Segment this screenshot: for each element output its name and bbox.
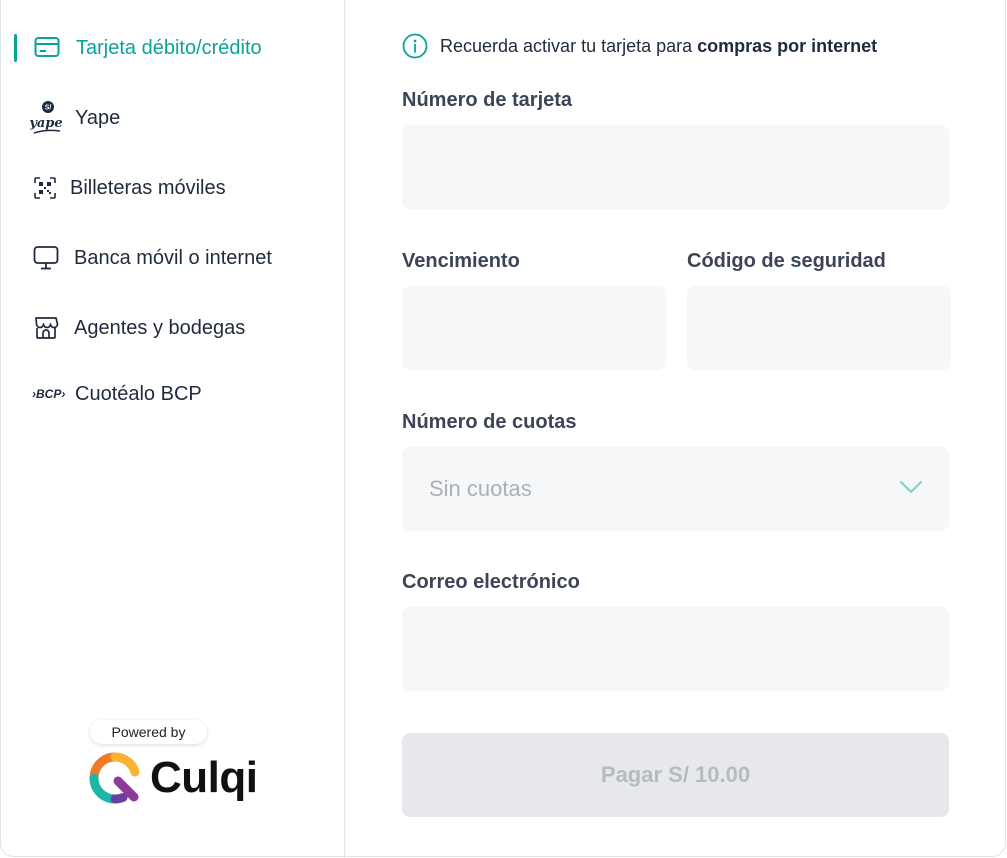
pay-button[interactable]: Pagar S/ 10.00: [402, 733, 949, 817]
security-code-input[interactable]: [687, 286, 951, 370]
expiry-label: Vencimiento: [402, 250, 520, 272]
notice-strong-text: compras por internet: [697, 35, 878, 56]
notice-text: Recuerda activar tu tarjeta para: [440, 35, 693, 56]
info-icon: [402, 33, 428, 59]
bcp-logo-icon: ›BCP›: [32, 387, 66, 401]
store-icon: [33, 315, 59, 341]
chevron-down-icon: [899, 480, 923, 494]
culqi-logo-icon: [89, 752, 140, 804]
svg-text:S/: S/: [45, 105, 52, 112]
svg-text:yape: yape: [30, 116, 63, 131]
installments-label: Número de cuotas: [402, 411, 577, 433]
credit-card-icon: [34, 36, 60, 58]
sidebar-item-cuotealo-bcp[interactable]: ›BCP› Cuotéalo BCP: [0, 376, 344, 412]
expiry-input[interactable]: [402, 286, 666, 370]
sidebar-item-card[interactable]: Tarjeta débito/crédito: [0, 30, 344, 66]
sidebar-item-label: Banca móvil o internet: [74, 246, 272, 269]
installments-selected-value: Sin cuotas: [429, 476, 532, 501]
sidebar-item-online-banking[interactable]: Banca móvil o internet: [0, 240, 344, 276]
sidebar-item-label: Tarjeta débito/crédito: [76, 36, 262, 59]
yape-logo-icon: S/ yape: [30, 100, 64, 136]
sidebar-item-label: Cuotéalo BCP: [75, 382, 202, 405]
powered-by-badge: Powered by: [90, 720, 207, 744]
sidebar-item-yape[interactable]: S/ yape Yape: [0, 100, 344, 136]
monitor-icon: [33, 245, 59, 271]
card-number-input[interactable]: [402, 125, 949, 209]
card-number-label: Número de tarjeta: [402, 89, 573, 111]
sidebar-item-label: Billeteras móviles: [70, 176, 226, 199]
culqi-wordmark: Culqi: [150, 753, 258, 802]
sidebar-item-label: Agentes y bodegas: [74, 316, 246, 339]
payment-method-sidebar: Tarjeta débito/crédito S/ yape Yape Bill…: [0, 0, 345, 858]
activation-notice: Recuerda activar tu tarjeta para compras…: [402, 33, 877, 59]
sidebar-item-label: Yape: [75, 106, 121, 129]
security-code-label: Código de seguridad: [687, 250, 886, 272]
qr-code-icon: [33, 176, 57, 200]
culqi-logo: Culqi: [88, 750, 258, 806]
installments-select[interactable]: Sin cuotas: [402, 447, 949, 531]
sidebar-item-agents[interactable]: Agentes y bodegas: [0, 310, 344, 346]
sidebar-item-wallets[interactable]: Billeteras móviles: [0, 170, 344, 206]
email-label: Correo electrónico: [402, 571, 580, 593]
email-input[interactable]: [402, 607, 949, 691]
active-indicator: [14, 34, 17, 62]
